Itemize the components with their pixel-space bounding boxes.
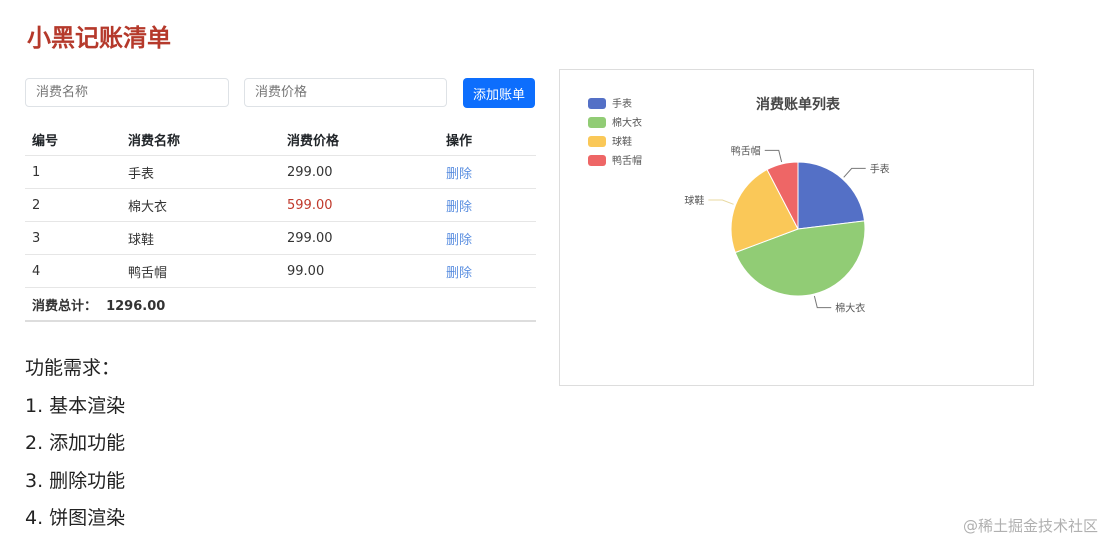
pie-chart-panel: 消费账单列表 手表 手表 棉大衣 棉大衣 球鞋 球鞋 鸭舌帽 鸭舌帽 (559, 69, 1034, 386)
row-name: 鸭舌帽 (121, 254, 280, 288)
slice-label: 球鞋 (684, 194, 704, 207)
requirement-item: 1. 基本渲染 (25, 394, 126, 417)
slice-label: 手表 (870, 162, 890, 175)
total-label: 消费总计： (32, 298, 98, 314)
chart-title: 消费账单列表 (756, 96, 841, 113)
legend-swatch[interactable] (588, 136, 606, 147)
requirement-item: 2. 添加功能 (25, 432, 126, 454)
delete-link[interactable]: 删除 (446, 266, 472, 281)
row-price: 599.00 (280, 188, 439, 222)
table-row: 2 棉大衣 599.00 删除 (25, 188, 536, 222)
pie-chart: 消费账单列表 手表手表棉大衣棉大衣球鞋球鞋鸭舌帽鸭舌帽 (588, 96, 890, 315)
row-id: 1 (25, 155, 121, 189)
slice-label: 鸭舌帽 (731, 144, 761, 157)
total-row: 消费总计： 1296.00 (25, 287, 536, 322)
watermark: @稀土掘金技术社区 (962, 517, 1098, 535)
delete-link[interactable]: 删除 (446, 233, 472, 248)
label-line (813, 295, 832, 309)
price-input[interactable] (244, 78, 447, 107)
row-price: 299.00 (280, 155, 439, 189)
label-line (843, 167, 866, 178)
row-id: 3 (25, 221, 121, 255)
legend-label[interactable]: 球鞋 (612, 135, 632, 148)
header-action: 操作 (439, 123, 536, 156)
legend-swatch[interactable] (588, 155, 606, 166)
header-price: 消费价格 (280, 123, 439, 156)
slice-label: 棉大衣 (835, 302, 865, 315)
row-price: 299.00 (280, 221, 439, 255)
requirement-item: 3. 删除功能 (25, 469, 126, 492)
name-input[interactable] (25, 78, 229, 107)
row-name: 棉大衣 (121, 188, 280, 222)
header-id: 编号 (25, 123, 121, 156)
row-id: 2 (25, 188, 121, 222)
delete-link[interactable]: 删除 (446, 200, 472, 215)
legend-swatch[interactable] (588, 98, 606, 109)
requirements-list: 功能需求： 1. 基本渲染 2. 添加功能 3. 删除功能 4. 饼图渲染 (25, 350, 125, 538)
requirements-heading: 功能需求： (25, 357, 121, 379)
add-bill-button[interactable]: 添加账单 (463, 78, 535, 108)
total-value: 1296.00 (106, 298, 166, 314)
legend-label[interactable]: 手表 (612, 97, 632, 110)
row-name: 球鞋 (121, 221, 280, 255)
table-row: 1 手表 299.00 删除 (25, 155, 536, 189)
row-price: 99.00 (280, 254, 439, 288)
header-name: 消费名称 (121, 123, 280, 156)
table-row: 4 鸭舌帽 99.00 删除 (25, 254, 536, 288)
label-line (708, 199, 734, 205)
row-name: 手表 (121, 155, 280, 189)
requirement-item: 4. 饼图渲染 (25, 507, 126, 529)
legend-swatch[interactable] (588, 117, 606, 128)
label-line (764, 149, 783, 163)
page-title: 小黑记账清单 (27, 24, 171, 52)
row-id: 4 (25, 254, 121, 288)
table-row: 3 球鞋 299.00 删除 (25, 221, 536, 255)
legend-label[interactable]: 棉大衣 (612, 116, 642, 129)
delete-link[interactable]: 删除 (446, 167, 472, 182)
bill-table: 编号 消费名称 消费价格 操作 1 手表 299.00 删除 2 棉大衣 599.00 删除… (25, 123, 536, 322)
legend-label[interactable]: 鸭舌帽 (612, 154, 642, 167)
pie-slice[interactable] (797, 161, 866, 230)
